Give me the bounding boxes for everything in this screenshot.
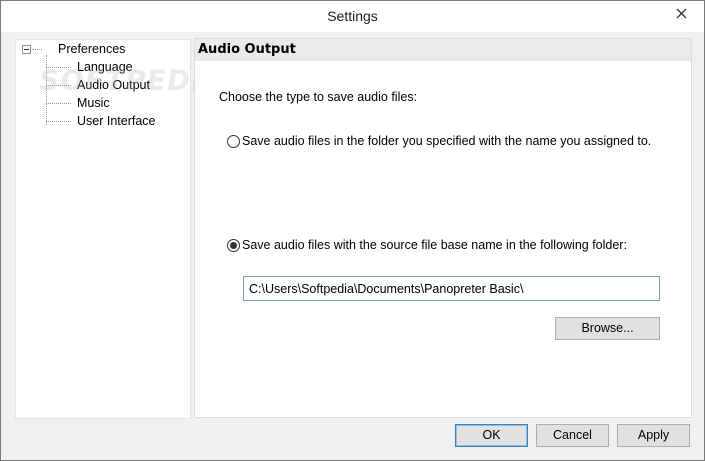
radio-label-source-name[interactable]: Save audio files with the source file ba… xyxy=(242,238,627,252)
radio-save-source-name[interactable] xyxy=(227,239,240,252)
radio-save-assigned-name[interactable] xyxy=(227,135,240,148)
window-title: Settings xyxy=(327,8,378,24)
radio-label-assigned-name[interactable]: Save audio files in the folder you speci… xyxy=(242,134,651,148)
apply-button[interactable]: Apply xyxy=(617,424,690,447)
cancel-button[interactable]: Cancel xyxy=(536,424,609,447)
save-type-prompt: Choose the type to save audio files: xyxy=(219,90,418,104)
settings-window: Settings Preferences Language Audio Outp… xyxy=(0,0,705,461)
ok-button[interactable]: OK xyxy=(455,424,528,447)
tree-item-preferences[interactable]: Preferences xyxy=(58,42,125,56)
tree-connector xyxy=(32,49,42,50)
title-bar: Settings xyxy=(1,1,704,32)
collapse-toggle[interactable] xyxy=(22,45,31,54)
tree-connector xyxy=(46,103,71,104)
panel-header: Audio Output xyxy=(195,39,691,61)
close-icon xyxy=(676,8,686,18)
folder-path-input[interactable] xyxy=(243,276,660,301)
close-button[interactable] xyxy=(667,3,695,23)
tree-item-music[interactable]: Music xyxy=(77,96,110,110)
audio-output-panel: Audio Output Choose the type to save aud… xyxy=(194,38,692,418)
tree-connector xyxy=(46,121,71,122)
panel-title: Audio Output xyxy=(198,42,296,57)
tree-item-user-interface[interactable]: User Interface xyxy=(77,114,156,128)
browse-button[interactable]: Browse... xyxy=(555,317,660,340)
